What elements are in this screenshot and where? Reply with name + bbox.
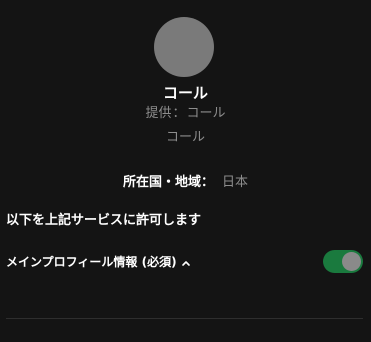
profile-expander[interactable]: メインプロフィール情報 (必須) [6, 252, 191, 272]
provider-separator: ： [172, 106, 186, 121]
app-sub-name: コール [165, 130, 205, 145]
profile-label: メインプロフィール情報 (必須) [6, 255, 177, 269]
permission-heading: 以下を上記サービスに許可します [6, 213, 202, 228]
profile-permission-row[interactable]: メインプロフィール情報 (必須) [6, 250, 366, 273]
divider [6, 318, 363, 319]
app-name: コール [162, 84, 208, 102]
chevron-up-icon [181, 260, 190, 266]
app-avatar [154, 17, 214, 77]
profile-toggle[interactable] [323, 250, 363, 273]
region-row: 所在国・地域： 日本 [0, 174, 371, 192]
toggle-knob [342, 252, 361, 271]
provider-label: 提供 [145, 106, 172, 121]
permission-dialog: コール 提供：コール コール 所在国・地域： 日本 以下を上記サービスに許可します… [0, 0, 371, 342]
region-label: 所在国・地域： [122, 175, 214, 190]
provider-line: 提供：コール [0, 105, 371, 123]
region-value: 日本 [222, 175, 249, 190]
provider-name: コール [186, 106, 226, 121]
